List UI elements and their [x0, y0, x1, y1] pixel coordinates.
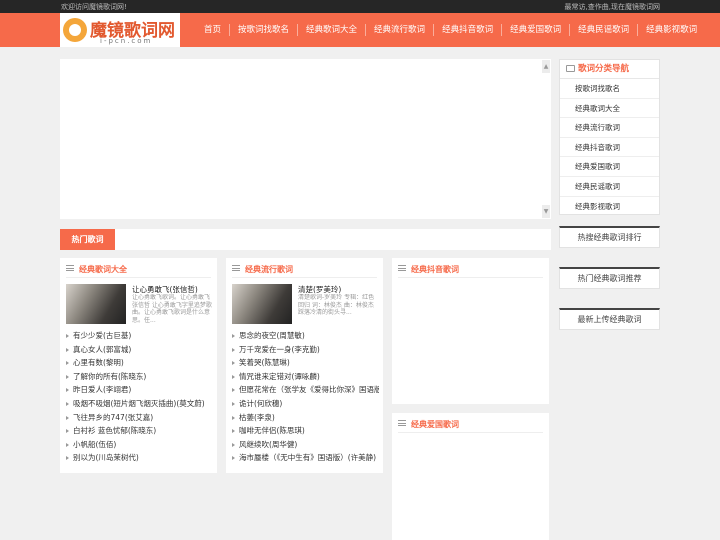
list-icon [232, 265, 240, 271]
hot-recommend-panel[interactable]: 热门经典歌词推荐 [559, 267, 660, 289]
hot-search-ranking-panel[interactable]: 热搜经典歌词排行 [559, 226, 660, 248]
list-icon [398, 420, 406, 426]
scroll-up-arrow-icon[interactable]: ▲ [542, 60, 550, 73]
category-link-find-by-lyrics[interactable]: 按歌词找歌名 [560, 79, 659, 99]
song-link[interactable]: 真心女人(郭富城) [66, 343, 213, 357]
folder-icon [566, 65, 575, 72]
main-nav: 首页 按歌词找歌名 经典歌词大全 经典流行歌词 经典抖音歌词 经典爱国歌词 经典… [196, 13, 705, 47]
hot-lyrics-bar: 热门歌词 [60, 229, 551, 250]
douyin-title[interactable]: 经典抖音歌词 [411, 265, 459, 274]
song-link[interactable]: 别以为(川岛茉树代) [66, 451, 213, 465]
song-link[interactable]: 风继续吹(周华健) [232, 438, 379, 452]
song-link[interactable]: 吸烟不吸烟(短片烟飞烟灭插曲)(莫文蔚) [66, 397, 213, 411]
nav-home[interactable]: 首页 [196, 24, 229, 36]
thumbnail-photo [66, 284, 126, 324]
classic-title[interactable]: 经典歌词大全 [79, 265, 127, 274]
list-icon [398, 265, 406, 271]
nav-patriotic-lyrics[interactable]: 经典爱国歌词 [501, 24, 569, 36]
song-link[interactable]: 心里有数(黎明) [66, 356, 213, 370]
logo-icon [63, 18, 87, 42]
category-link-movie[interactable]: 经典影视歌词 [560, 197, 659, 217]
logo-domain: i-pcn.com [100, 37, 153, 45]
nav-douyin-lyrics[interactable]: 经典抖音歌词 [433, 24, 501, 36]
nav-pop-lyrics[interactable]: 经典流行歌词 [365, 24, 433, 36]
song-link[interactable]: 有少少爱(古巨基) [66, 329, 213, 343]
featured-song-desc: 清楚歌词-罗美玲 专辑：红色回归 词：林俊杰 曲：林俊杰 踩落冷清的街头寻... [298, 294, 375, 316]
scroll-down-arrow-icon[interactable]: ▼ [542, 205, 550, 218]
top-bar: 欢迎访问魔镜歌词网! 最常访,查作曲,现在魔镜歌词网 [0, 0, 720, 13]
song-link[interactable]: 万千宠爱在一身(李克勤) [232, 343, 379, 357]
category-link-patriotic[interactable]: 经典爱国歌词 [560, 157, 659, 177]
panel-title: 经典爱国歌词 [398, 419, 543, 433]
song-link[interactable]: 昨日爱人(李翊君) [66, 383, 213, 397]
category-link-classic[interactable]: 经典歌词大全 [560, 99, 659, 119]
category-nav-header: 歌词分类导航 [560, 60, 659, 79]
patriotic-lyrics-panel: 经典爱国歌词 [392, 413, 549, 540]
song-link[interactable]: 了解你的所有(陈晓东) [66, 370, 213, 384]
hot-lyrics-tab[interactable]: 热门歌词 [60, 229, 115, 250]
thumbnail-photo [232, 284, 292, 324]
song-link[interactable]: 枯萎(李泉) [232, 411, 379, 425]
category-link-pop[interactable]: 经典流行歌词 [560, 118, 659, 138]
banner-area: ▲ ▼ [60, 59, 551, 219]
list-icon [66, 265, 74, 271]
song-list: 思念的夜空(周慧敏) 万千宠爱在一身(李克勤) 笑着哭(陈慧琳) 情咒谁来定错对… [232, 329, 379, 465]
welcome-text: 欢迎访问魔镜歌词网! [61, 3, 127, 11]
panel-title: 经典歌词大全 [66, 264, 211, 278]
song-link[interactable]: 诡计(何欣穗) [232, 397, 379, 411]
song-link[interactable]: 思念的夜空(周慧敏) [232, 329, 379, 343]
panel-title: 经典流行歌词 [232, 264, 377, 278]
song-link[interactable]: 笑着哭(陈慧琳) [232, 356, 379, 370]
panel-title: 经典抖音歌词 [398, 264, 543, 278]
song-link[interactable]: 海市蜃楼（《无中生有》国语版）(许美静) [232, 451, 379, 465]
song-link[interactable]: 飞往异乡的747(张艾嘉) [66, 411, 213, 425]
category-nav: 歌词分类导航 按歌词找歌名 经典歌词大全 经典流行歌词 经典抖音歌词 经典爱国歌… [559, 59, 660, 215]
pop-title[interactable]: 经典流行歌词 [245, 265, 293, 274]
song-link[interactable]: 咖啡无伴侣(陈思琪) [232, 424, 379, 438]
patriotic-title[interactable]: 经典爱国歌词 [411, 420, 459, 429]
featured-song-desc: 让心勇敢飞歌词。让心勇敢飞 张信哲 让心勇敢飞字里追梦歌曲。让心勇敢飞歌词是什么… [132, 294, 212, 324]
nav-folk-lyrics[interactable]: 经典民谣歌词 [569, 24, 637, 36]
song-link[interactable]: 但愿花常在（张学友《爱得比你深》国语版... [232, 383, 379, 397]
featured-song: 清楚(罗美玲) 清楚歌词-罗美玲 专辑：红色回归 词：林俊杰 曲：林俊杰 踩落冷… [232, 284, 377, 324]
song-link[interactable]: 情咒谁来定错对(谭咏麟) [232, 370, 379, 384]
category-link-folk[interactable]: 经典民谣歌词 [560, 177, 659, 197]
song-link[interactable]: 白衬衫 蓝色忧郁(陈晓东) [66, 424, 213, 438]
nav-classic-lyrics[interactable]: 经典歌词大全 [297, 24, 365, 36]
top-right-links[interactable]: 最常访,查作曲,现在魔镜歌词网 [565, 2, 660, 12]
pop-lyrics-panel: 经典流行歌词 清楚(罗美玲) 清楚歌词-罗美玲 专辑：红色回归 词：林俊杰 曲：… [226, 258, 383, 473]
song-link[interactable]: 小帆船(伍佰) [66, 438, 213, 452]
latest-upload-panel[interactable]: 最新上传经典歌词 [559, 308, 660, 330]
category-link-douyin[interactable]: 经典抖音歌词 [560, 138, 659, 158]
song-list: 有少少爱(古巨基) 真心女人(郭富城) 心里有数(黎明) 了解你的所有(陈晓东)… [66, 329, 213, 465]
featured-song: 让心勇敢飞(张信哲) 让心勇敢飞歌词。让心勇敢飞 张信哲 让心勇敢飞字里追梦歌曲… [66, 284, 212, 324]
classic-lyrics-panel: 经典歌词大全 让心勇敢飞(张信哲) 让心勇敢飞歌词。让心勇敢飞 张信哲 让心勇敢… [60, 258, 217, 473]
song-thumbnail[interactable] [232, 284, 292, 324]
category-nav-title: 歌词分类导航 [578, 64, 630, 74]
nav-movie-lyrics[interactable]: 经典影视歌词 [637, 24, 705, 36]
nav-find-by-lyrics[interactable]: 按歌词找歌名 [229, 24, 297, 36]
douyin-lyrics-panel: 经典抖音歌词 [392, 258, 549, 404]
song-thumbnail[interactable] [66, 284, 126, 324]
site-logo[interactable]: 魔镜歌词网 i-pcn.com [60, 13, 180, 47]
